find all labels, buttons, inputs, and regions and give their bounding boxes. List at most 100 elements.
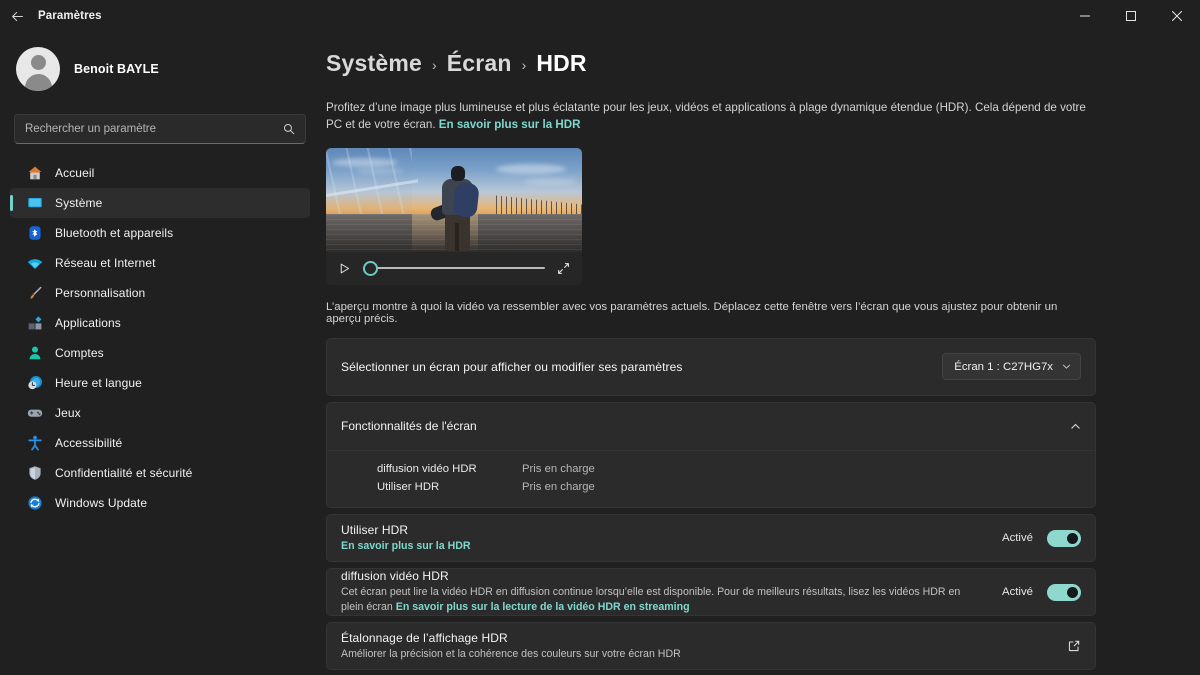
display-selector-value: Écran 1 : C27HG7x — [954, 360, 1053, 373]
sidebar-item-applications[interactable]: Applications — [10, 308, 310, 338]
preview-note: L’aperçu montre à quoi la vidéo va resse… — [326, 300, 1058, 325]
hdr-video-preview — [326, 147, 582, 285]
sidebar-item-personnalisation[interactable]: Personnalisation — [10, 278, 310, 308]
display-capabilities-body: diffusion vidéo HDR Pris en charge Utili… — [327, 449, 1095, 508]
sidebar: Benoit BAYLE Accueil Système — [0, 32, 320, 675]
breadcrumb-systeme[interactable]: Système — [326, 50, 422, 77]
hdr-video-streaming-row: diffusion vidéo HDR Cet écran peut lire … — [327, 569, 1095, 615]
hdr-video-streaming-toggle[interactable] — [1047, 583, 1081, 601]
capability-value: Pris en charge — [522, 462, 595, 475]
breadcrumb-separator: › — [432, 57, 437, 73]
sidebar-item-jeux[interactable]: Jeux — [10, 398, 310, 428]
sidebar-item-systeme[interactable]: Système — [10, 188, 310, 218]
sidebar-nav: Accueil Système Bluetooth et appareils R… — [8, 158, 312, 518]
back-arrow-icon[interactable] — [0, 0, 34, 32]
display-selector-row: Sélectionner un écran pour afficher ou m… — [327, 339, 1095, 395]
hdr-calibration-sub: Améliorer la précision et la cohérence d… — [341, 647, 681, 660]
sidebar-item-label: Heure et langue — [55, 376, 142, 390]
hdr-video-streaming-card: diffusion vidéo HDR Cet écran peut lire … — [326, 568, 1096, 617]
profile-name: Benoit BAYLE — [74, 62, 159, 76]
video-seek-slider[interactable] — [363, 260, 545, 276]
use-hdr-sub: En savoir plus sur la HDR — [341, 539, 981, 554]
hdr-video-streaming-sub: Cet écran peut lire la vidéo HDR en diff… — [341, 585, 981, 615]
sidebar-item-reseau[interactable]: Réseau et Internet — [10, 248, 310, 278]
search-icon — [283, 123, 295, 135]
seek-thumb[interactable] — [363, 260, 378, 276]
sidebar-item-label: Jeux — [55, 406, 81, 420]
title-bar: Paramètres — [0, 0, 1200, 32]
hdr-video-streaming-title: diffusion vidéo HDR — [341, 569, 449, 584]
display-capabilities-header[interactable]: Fonctionnalités de l'écran — [327, 403, 1095, 450]
use-hdr-card: Utiliser HDR En savoir plus sur la HDR A… — [326, 514, 1096, 563]
sidebar-item-heure-langue[interactable]: Heure et langue — [10, 368, 310, 398]
sidebar-item-label: Personnalisation — [55, 286, 146, 300]
user-profile[interactable]: Benoit BAYLE — [8, 32, 312, 98]
hdr-video-streaming-state: Activé — [1001, 586, 1033, 599]
sidebar-item-label: Réseau et Internet — [55, 256, 156, 270]
network-icon — [26, 255, 43, 272]
breadcrumb-ecran[interactable]: Écran — [447, 50, 512, 77]
minimize-button[interactable] — [1062, 0, 1108, 32]
search-box[interactable] — [14, 114, 306, 144]
home-icon — [26, 165, 43, 182]
sidebar-item-accessibilite[interactable]: Accessibilité — [10, 428, 310, 458]
update-icon — [26, 495, 43, 512]
display-capabilities-title: Fonctionnalités de l'écran — [341, 419, 477, 434]
use-hdr-toggle[interactable] — [1047, 529, 1081, 547]
sidebar-item-label: Accessibilité — [55, 436, 123, 450]
display-selector-dropdown[interactable]: Écran 1 : C27HG7x — [942, 353, 1081, 381]
display-selector-card: Sélectionner un écran pour afficher ou m… — [326, 337, 1096, 396]
sidebar-item-label: Confidentialité et sécurité — [55, 466, 193, 480]
page-description: Profitez d’une image plus lumineuse et p… — [326, 99, 1086, 134]
capability-row: Utiliser HDR Pris en charge — [377, 478, 1081, 496]
video-thumbnail — [326, 147, 582, 252]
hdr-calibration-row[interactable]: Étalonnage de l’affichage HDR Améliorer … — [327, 623, 1095, 669]
fullscreen-icon[interactable] — [557, 262, 570, 275]
window-title: Paramètres — [38, 10, 102, 22]
use-hdr-row: Utiliser HDR En savoir plus sur la HDR A… — [327, 515, 1095, 561]
sidebar-item-windows-update[interactable]: Windows Update — [10, 488, 310, 518]
sidebar-item-bluetooth[interactable]: Bluetooth et appareils — [10, 218, 310, 248]
capability-value: Pris en charge — [522, 481, 595, 494]
avatar — [16, 47, 60, 91]
sidebar-item-accueil[interactable]: Accueil — [10, 158, 310, 188]
app-shell: Benoit BAYLE Accueil Système — [0, 32, 1200, 675]
accounts-icon — [26, 345, 43, 362]
seek-track — [363, 267, 545, 270]
sidebar-item-label: Applications — [55, 316, 121, 330]
capability-row: diffusion vidéo HDR Pris en charge — [377, 460, 1081, 478]
gamepad-icon — [26, 405, 43, 422]
chevron-down-icon — [1062, 362, 1071, 371]
close-button[interactable] — [1154, 0, 1200, 32]
use-hdr-title: Utiliser HDR — [341, 522, 409, 537]
sidebar-item-label: Bluetooth et appareils — [55, 226, 174, 240]
sidebar-item-label: Accueil — [55, 166, 95, 180]
learn-more-hdr-link[interactable]: En savoir plus sur la HDR — [439, 118, 581, 131]
brush-icon — [26, 285, 43, 302]
display-selector-label: Sélectionner un écran pour afficher ou m… — [341, 359, 683, 374]
accessibility-icon — [26, 435, 43, 452]
use-hdr-learn-more-link[interactable]: En savoir plus sur la HDR — [341, 540, 471, 552]
capability-name: Utiliser HDR — [377, 481, 440, 494]
hdr-video-streaming-learn-more-link[interactable]: En savoir plus sur la lecture de la vidé… — [396, 601, 690, 613]
sidebar-item-label: Système — [55, 196, 103, 210]
breadcrumb: Système › Écran › HDR — [326, 50, 1096, 77]
sidebar-item-confidentialite[interactable]: Confidentialité et sécurité — [10, 458, 310, 488]
system-icon — [26, 195, 43, 212]
chevron-up-icon[interactable] — [1070, 421, 1081, 432]
page-title: HDR — [536, 50, 587, 76]
capability-name: diffusion vidéo HDR — [377, 462, 477, 475]
content-area: Système › Écran › HDR Profitez d’une ima… — [320, 32, 1200, 675]
play-icon[interactable] — [338, 262, 351, 275]
hdr-calibration-card[interactable]: Étalonnage de l’affichage HDR Améliorer … — [326, 622, 1096, 671]
video-controls — [326, 251, 582, 285]
bluetooth-icon — [26, 225, 43, 242]
apps-icon — [26, 315, 43, 332]
sidebar-item-label: Windows Update — [55, 496, 148, 510]
breadcrumb-separator: › — [521, 57, 527, 73]
sidebar-item-comptes[interactable]: Comptes — [10, 338, 310, 368]
external-link-icon[interactable] — [1067, 639, 1081, 653]
maximize-button[interactable] — [1108, 0, 1154, 32]
window-controls — [1062, 0, 1200, 32]
search-input[interactable] — [25, 123, 283, 135]
